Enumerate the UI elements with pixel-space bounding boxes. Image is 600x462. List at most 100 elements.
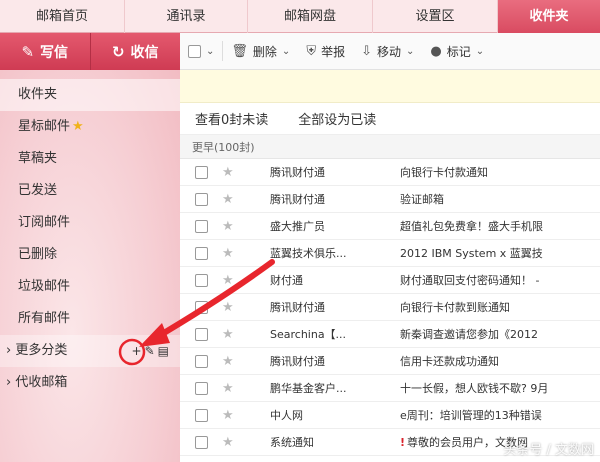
refresh-icon: ↻ bbox=[111, 42, 125, 61]
tag-button[interactable]: ● 标记 ⌄ bbox=[422, 33, 492, 70]
manage-icon[interactable]: ▤ bbox=[158, 344, 172, 358]
chevron-down-icon: ⌄ bbox=[406, 45, 415, 57]
email-subject-text: 财付通取回支付密码通知！ - bbox=[400, 274, 540, 287]
select-all-checkbox[interactable] bbox=[188, 44, 201, 58]
row-checkbox[interactable] bbox=[194, 408, 208, 422]
table-row[interactable]: ★ 腾讯财付通 验证邮箱 bbox=[180, 186, 600, 213]
tab-netdisk[interactable]: 邮箱网盘 bbox=[248, 0, 373, 33]
report-label: 举报 bbox=[321, 44, 346, 59]
folder-label: 星标邮件 bbox=[18, 119, 71, 134]
folder-spam[interactable]: 垃圾邮件 bbox=[0, 271, 180, 303]
folder-deleted[interactable]: 已删除 bbox=[0, 239, 180, 271]
table-row[interactable]: ★ 盛大推广员 超值礼包免费拿！盛大手机限 bbox=[180, 213, 600, 240]
folder-sent[interactable]: 已发送 bbox=[0, 175, 180, 207]
table-row[interactable]: ★ Searchina【... 新秦调查邀请您参加《2012 bbox=[180, 321, 600, 348]
tab-contacts[interactable]: 通讯录 bbox=[125, 0, 248, 33]
folder-label: 代收邮箱 bbox=[15, 375, 68, 390]
table-row[interactable]: ★ 中人网 e周刊：培训管理的13种错误 bbox=[180, 402, 600, 429]
row-checkbox[interactable] bbox=[194, 192, 208, 206]
tag-icon: ● bbox=[430, 43, 442, 59]
move-button[interactable]: ⇩ 移动 ⌄ bbox=[353, 33, 422, 70]
star-icon[interactable]: ★ bbox=[222, 381, 242, 396]
star-icon[interactable]: ★ bbox=[222, 327, 242, 342]
chevron-down-icon: ⌄ bbox=[281, 45, 291, 57]
chevron-down-icon: ⌄ bbox=[475, 45, 485, 57]
group-header: 更早(100封) bbox=[180, 135, 600, 159]
table-row[interactable]: ★ 财付通 财付通取回支付密码通知！ - bbox=[180, 267, 600, 294]
folder-external-mail[interactable]: › 代收邮箱 bbox=[0, 367, 180, 399]
row-checkbox-cell bbox=[180, 273, 222, 287]
row-checkbox[interactable] bbox=[194, 273, 208, 287]
mail-main: ⌄ 🗑 删除 ⌄ ⛨ 举报 ⇩ 移动 ⌄ ● 标记 ⌄ 查看0封未读 全部设为已读 更早(10… bbox=[180, 33, 600, 462]
folder-drafts[interactable]: 草稿夹 bbox=[0, 143, 180, 175]
receive-button[interactable]: ↻ 收信 bbox=[90, 33, 180, 70]
row-checkbox-cell bbox=[180, 300, 222, 314]
row-checkbox[interactable] bbox=[194, 354, 208, 368]
folder-more-categories[interactable]: › 更多分类 +✎▤ bbox=[0, 335, 180, 367]
row-checkbox-cell bbox=[180, 219, 222, 233]
move-label: 移动 bbox=[377, 44, 402, 59]
email-subject: 财付通取回支付密码通知！ - bbox=[400, 272, 600, 288]
report-button[interactable]: ⛨ 举报 bbox=[298, 33, 353, 70]
email-sender: 蓝翼技术俱乐... bbox=[270, 247, 347, 260]
row-checkbox-cell bbox=[180, 246, 222, 260]
select-all-dropdown[interactable]: ⌄ bbox=[180, 33, 222, 70]
table-row[interactable]: ★ 腾讯财付通 向银行卡付款到账通知 bbox=[180, 294, 600, 321]
move-icon: ⇩ bbox=[361, 43, 372, 59]
row-checkbox[interactable] bbox=[194, 327, 208, 341]
receive-label: 收信 bbox=[130, 44, 159, 61]
folder-inbox[interactable]: 收件夹 bbox=[0, 79, 180, 111]
mail-actions: 查看0封未读 全部设为已读 bbox=[180, 103, 600, 135]
star-icon[interactable]: ★ bbox=[222, 300, 242, 315]
mark-all-read-link[interactable]: 全部设为已读 bbox=[298, 109, 376, 128]
edit-icon[interactable]: ✎ bbox=[145, 344, 158, 358]
row-checkbox[interactable] bbox=[194, 219, 208, 233]
star-icon: ★ bbox=[72, 119, 84, 134]
chevron-down-icon: ⌄ bbox=[206, 45, 215, 57]
table-row[interactable]: ★ 鹏华基金客户... 十一长假，想人欧钱不歇? 9月 bbox=[180, 375, 600, 402]
email-sender: 腾讯财付通 bbox=[270, 301, 325, 314]
table-row[interactable]: ★ 腾讯财付通 信用卡还款成功通知 bbox=[180, 348, 600, 375]
important-flag: ! bbox=[400, 436, 406, 449]
row-checkbox[interactable] bbox=[194, 381, 208, 395]
table-row[interactable]: ★ 蓝翼技术俱乐... 2012 IBM System x 蓝翼技 bbox=[180, 240, 600, 267]
folder-subscriptions[interactable]: 订阅邮件 bbox=[0, 207, 180, 239]
row-checkbox-cell bbox=[180, 354, 222, 368]
star-icon[interactable]: ★ bbox=[222, 165, 242, 180]
notice-bar bbox=[180, 70, 600, 103]
row-checkbox[interactable] bbox=[194, 165, 208, 179]
tab-settings[interactable]: 设置区 bbox=[373, 0, 498, 33]
row-checkbox[interactable] bbox=[194, 300, 208, 314]
row-checkbox[interactable] bbox=[194, 246, 208, 260]
row-checkbox[interactable] bbox=[194, 435, 208, 449]
star-icon[interactable]: ★ bbox=[222, 435, 242, 450]
star-icon[interactable]: ★ bbox=[222, 408, 242, 423]
table-row[interactable]: ★ 腾讯财付通 向银行卡付款通知 bbox=[180, 159, 600, 186]
folder-all-mail[interactable]: 所有邮件 bbox=[0, 303, 180, 335]
star-icon[interactable]: ★ bbox=[222, 354, 242, 369]
email-sender: 中人网 bbox=[270, 409, 303, 422]
add-icon[interactable]: + bbox=[132, 344, 145, 358]
star-icon[interactable]: ★ bbox=[222, 273, 242, 288]
folder-label: 垃圾邮件 bbox=[18, 279, 71, 294]
email-sender: 鹏华基金客户... bbox=[270, 382, 347, 395]
star-icon[interactable]: ★ bbox=[222, 246, 242, 261]
email-subject: 验证邮箱 bbox=[400, 191, 600, 207]
view-unread-link[interactable]: 查看0封未读 bbox=[195, 109, 268, 128]
star-icon[interactable]: ★ bbox=[222, 192, 242, 207]
email-sender: 腾讯财付通 bbox=[270, 166, 325, 179]
tab-mail-home[interactable]: 邮箱首页 bbox=[0, 0, 125, 33]
row-checkbox-cell bbox=[180, 192, 222, 206]
star-icon[interactable]: ★ bbox=[222, 219, 242, 234]
trash-icon: 🗑 bbox=[231, 43, 248, 59]
email-subject: 2012 IBM System x 蓝翼技 bbox=[400, 245, 600, 261]
delete-label: 删除 bbox=[252, 44, 277, 59]
shield-icon: ⛨ bbox=[306, 43, 317, 59]
tab-inbox[interactable]: 收件夹 bbox=[498, 0, 600, 33]
mail-list: ★ 腾讯财付通 向银行卡付款通知 ★ 腾讯财付通 验证邮箱 ★ 盛大推广员 超值礼包免费拿！盛大… bbox=[180, 159, 600, 456]
email-subject-text: 向银行卡付款到账通知 bbox=[400, 301, 510, 314]
write-button[interactable]: ✎ 写信 bbox=[0, 33, 91, 70]
chevron-right-icon: › bbox=[6, 343, 16, 358]
delete-button[interactable]: 🗑 删除 ⌄ bbox=[223, 33, 298, 70]
folder-starred[interactable]: 星标邮件 ★ bbox=[0, 111, 180, 143]
